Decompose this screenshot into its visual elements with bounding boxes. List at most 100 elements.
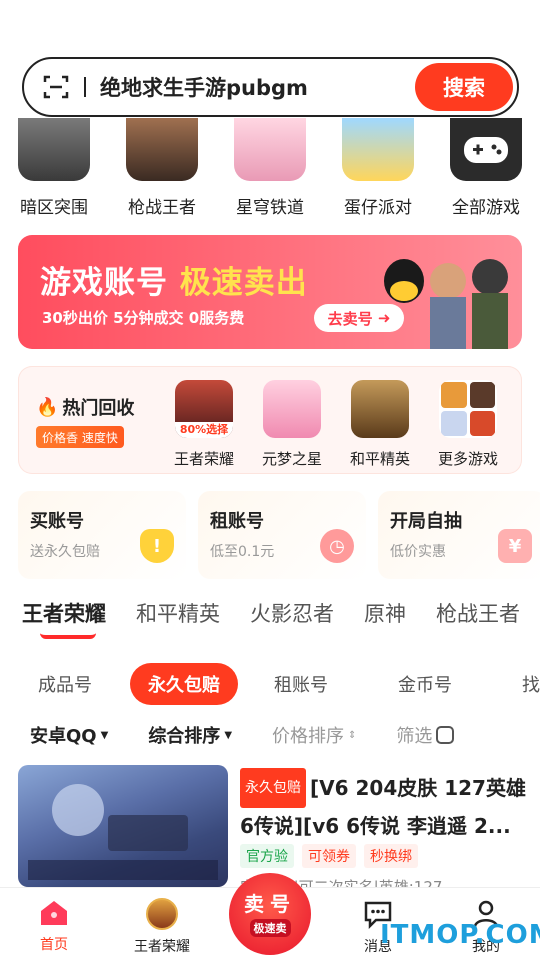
filter-icon: [436, 726, 455, 744]
filter-bar: 安卓QQ ▼ 综合排序 ▼ 价格排序 ⇕ 筛选: [30, 720, 540, 750]
sell-now-label: 去卖号: [327, 309, 373, 328]
platform-label: 安卓QQ: [30, 726, 97, 747]
buy-account-card[interactable]: 买账号 送永久包赔 !: [18, 491, 186, 579]
home-icon: [41, 901, 67, 925]
sort-arrows-icon: ⇕: [348, 729, 357, 741]
gunfight-icon: [126, 118, 198, 181]
svc-title: 买账号: [30, 511, 84, 532]
search-bar[interactable]: 绝地求生手游pubgm 搜索: [22, 57, 519, 117]
sell-account-banner[interactable]: 游戏账号 极速卖出 30秒出价 5分钟成交 0服务费 去卖号 ➜: [18, 235, 522, 349]
subtab-permanent-guarantee[interactable]: 永久包赔: [130, 663, 238, 705]
svc-subtitle: 低至0.1元: [210, 544, 275, 560]
subtab-find-price[interactable]: 找价: [522, 671, 540, 697]
eggy-party-icon: [342, 118, 414, 181]
nav-label: 首页: [40, 937, 68, 953]
nav-label: 王者荣耀: [134, 939, 190, 955]
svc-subtitle: 低价实惠: [390, 544, 446, 560]
tab-hpjy[interactable]: 和平精英: [136, 598, 220, 638]
permanent-guarantee-badge: 永久包赔: [240, 768, 306, 808]
active-tab-indicator: [40, 633, 96, 639]
scan-icon[interactable]: [42, 73, 70, 101]
game-tabs: 王者荣耀 和平精英 火影忍者 原神 枪战王者: [22, 598, 540, 638]
tab-naruto[interactable]: 火影忍者: [250, 598, 334, 638]
nav-home[interactable]: 首页: [0, 898, 108, 954]
game-label: 枪战王者: [128, 198, 196, 218]
banner-title-part1: 游戏账号: [40, 265, 168, 301]
nav-wzry[interactable]: 王者荣耀: [108, 898, 216, 956]
watermark: ITMOP.COM: [380, 920, 540, 950]
recycle-item-hpjy[interactable]: 和平精英: [337, 380, 423, 469]
hpjy-icon: [351, 380, 409, 438]
recycle-item-ymzx[interactable]: 元梦之星: [249, 380, 335, 469]
recycle-item-more[interactable]: 更多游戏: [425, 380, 511, 469]
recycle-item-label: 和平精英: [349, 450, 410, 468]
sell-main-label: 卖号: [244, 891, 296, 916]
tab-gunfight[interactable]: 枪战王者: [436, 598, 520, 638]
banner-title-part2: 极速卖出: [179, 265, 308, 301]
star-rail-icon: [234, 118, 306, 181]
wzry-avatar-icon: [146, 898, 178, 930]
subtab-rent[interactable]: 租账号: [274, 671, 328, 697]
tag-instant-rebind: 秒换绑: [364, 844, 418, 868]
shield-icon: !: [140, 529, 174, 563]
recycle-item-wzry[interactable]: 80%选择 王者荣耀: [161, 380, 247, 469]
game-gunfight[interactable]: 枪战王者: [108, 118, 216, 218]
fire-icon: 🔥: [36, 396, 59, 418]
caret-down-icon: ▼: [224, 729, 233, 741]
banner-title: 游戏账号 极速卖出: [40, 257, 308, 302]
sort-dropdown[interactable]: 综合排序 ▼: [148, 722, 232, 748]
game-eggy-party[interactable]: 蛋仔派对: [324, 118, 432, 218]
game-all[interactable]: 全部游戏: [432, 118, 540, 218]
wzry-icon: 80%选择: [175, 380, 233, 438]
recycle-item-label: 更多游戏: [437, 450, 498, 468]
price-sort-label: 价格排序: [272, 726, 345, 747]
svc-title: 开局自抽: [390, 511, 462, 532]
banner-subtitle: 30秒出价 5分钟成交 0服务费: [42, 309, 245, 327]
listing-thumbnail[interactable]: [18, 765, 228, 887]
ymzx-icon: [263, 380, 321, 438]
sub-tabs: 成品号 永久包赔 租账号 金币号 找价: [38, 662, 540, 706]
filter-button[interactable]: 筛选: [396, 722, 455, 748]
more-games-icon: [439, 380, 497, 438]
recycle-title: 🔥 热门回收: [36, 394, 134, 420]
sell-account-fab[interactable]: 卖号 极速卖: [229, 873, 311, 955]
price-sort[interactable]: 价格排序 ⇕: [272, 722, 356, 748]
recycle-badge: 80%选择: [175, 422, 233, 438]
game-label: 蛋仔派对: [344, 198, 412, 218]
gamepad-icon: [450, 118, 522, 181]
banner-characters-image: [378, 241, 518, 349]
platform-dropdown[interactable]: 安卓QQ ▼: [30, 722, 108, 748]
dark-zone-icon: [18, 118, 90, 181]
recycle-title-text: 热门回收: [62, 398, 135, 419]
tag-official-verified: 官方验: [240, 844, 294, 868]
recycle-item-label: 元梦之星: [261, 450, 322, 468]
sort-label: 综合排序: [148, 726, 221, 747]
subtab-finished[interactable]: 成品号: [38, 671, 92, 697]
caret-down-icon: ▼: [100, 729, 109, 741]
search-divider: [84, 77, 86, 97]
hot-recycle-card: 🔥 热门回收 价格香 速度快 80%选择 王者荣耀 元梦之星 和平精英 更多游戏: [18, 366, 522, 474]
game-star-rail[interactable]: 星穹铁道: [216, 118, 324, 218]
listing-tags: 官方验 可领券 秒换绑: [240, 844, 418, 868]
yuan-icon: ¥: [498, 529, 532, 563]
recycle-item-label: 王者荣耀: [173, 450, 234, 468]
svc-title: 租账号: [210, 511, 264, 532]
game-label: 全部游戏: [452, 198, 520, 218]
tag-coupon: 可领券: [302, 844, 356, 868]
game-shortcuts: 暗区突围 枪战王者 星穹铁道 蛋仔派对 全部游戏: [0, 118, 540, 218]
filter-label: 筛选: [396, 726, 433, 747]
tab-genshin[interactable]: 原神: [364, 598, 406, 638]
tab-wzry[interactable]: 王者荣耀: [22, 598, 106, 638]
svc-subtitle: 送永久包赔: [30, 544, 100, 560]
rent-account-card[interactable]: 租账号 低至0.1元 ◷: [198, 491, 366, 579]
clock-icon: ◷: [320, 529, 354, 563]
listing-title[interactable]: 永久包赔 [V6 204皮肤 127英雄 6传说][v6 6传说 李逍遥 2...: [240, 768, 530, 844]
search-button[interactable]: 搜索: [415, 63, 513, 111]
recycle-tag: 价格香 速度快: [36, 426, 124, 448]
sell-sub-label: 极速卖: [249, 918, 291, 937]
game-label: 暗区突围: [20, 198, 88, 218]
game-dark-zone[interactable]: 暗区突围: [0, 118, 108, 218]
game-label: 星穹铁道: [236, 198, 304, 218]
subtab-coins[interactable]: 金币号: [398, 671, 452, 697]
self-draw-card[interactable]: 开局自抽 低价实惠 ¥: [378, 491, 540, 579]
